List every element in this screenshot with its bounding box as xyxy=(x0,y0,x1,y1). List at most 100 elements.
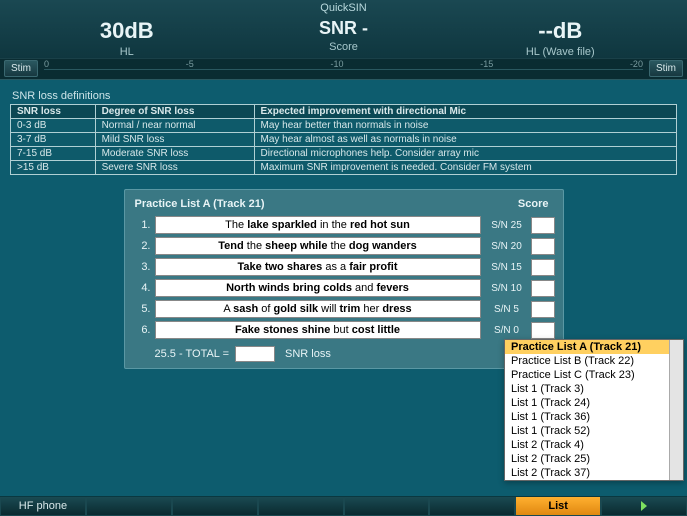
total-row: 25.5 - TOTAL = SNR loss To xyxy=(133,342,555,362)
sentence-text[interactable]: The lake sparkled in the red hot sun xyxy=(155,216,481,234)
score-input[interactable] xyxy=(531,280,555,297)
hl-left-value: 30dB xyxy=(20,18,234,44)
dropdown-item[interactable]: List 1 (Track 36) xyxy=(505,410,683,424)
row-number: 3. xyxy=(133,261,151,273)
snr-definitions-table: SNR lossDegree of SNR lossExpected impro… xyxy=(10,104,677,175)
sn-ratio-label: S/N 15 xyxy=(487,262,527,273)
sentence-text[interactable]: Tend the sheep while the dog wanders xyxy=(155,237,481,255)
main-content: SNR loss definitions SNR lossDegree of S… xyxy=(0,80,687,369)
score-label: Score xyxy=(237,41,451,53)
table-cell: Moderate SNR loss xyxy=(95,147,254,161)
score-input[interactable] xyxy=(531,301,555,318)
bottom-button-list[interactable]: List xyxy=(515,497,601,516)
sentence-row: 3. Take two shares as a fair profit S/N 15 xyxy=(133,258,555,276)
hl-right-readout: --dB HL (Wave file) xyxy=(454,18,668,58)
table-cell: May hear better than normals in noise xyxy=(254,119,676,133)
hl-right-label: HL (Wave file) xyxy=(454,46,668,58)
sentence-text[interactable]: North winds bring colds and fevers xyxy=(155,279,481,297)
total-suffix: SNR loss xyxy=(285,348,331,360)
table-cell: May hear almost as well as normals in no… xyxy=(254,133,676,147)
table-row: 0-3 dBNormal / near normalMay hear bette… xyxy=(11,119,677,133)
scale-tick: -10 xyxy=(330,59,343,69)
dropdown-scrollbar[interactable] xyxy=(669,340,683,480)
total-prefix: 25.5 - TOTAL = xyxy=(155,348,230,360)
dropdown-item[interactable]: List 1 (Track 52) xyxy=(505,424,683,438)
bottom-button-empty[interactable] xyxy=(258,497,344,516)
dropdown-item[interactable]: Practice List A (Track 21) xyxy=(505,340,683,354)
row-number: 1. xyxy=(133,219,151,231)
hl-left-readout: 30dB HL xyxy=(20,18,234,58)
sentence-panel: Practice List A (Track 21) Score 1. The l… xyxy=(124,189,564,369)
dropdown-item[interactable]: List 1 (Track 24) xyxy=(505,396,683,410)
table-cell: Normal / near normal xyxy=(95,119,254,133)
score-column-label: Score xyxy=(518,198,549,210)
table-cell: 7-15 dB xyxy=(11,147,96,161)
table-cell: Maximum SNR improvement is needed. Consi… xyxy=(254,161,676,175)
bottom-button-empty[interactable] xyxy=(344,497,430,516)
table-row: 3-7 dBMild SNR lossMay hear almost as we… xyxy=(11,133,677,147)
sn-ratio-label: S/N 0 xyxy=(487,325,527,336)
score-input[interactable] xyxy=(531,259,555,276)
hl-right-value: --dB xyxy=(454,18,668,44)
row-number: 6. xyxy=(133,324,151,336)
attenuation-scale: 0 -5 -10 -15 -20 xyxy=(44,59,643,77)
scale-tick: -15 xyxy=(480,59,493,69)
sentence-text[interactable]: Fake stones shine but cost little xyxy=(155,321,481,339)
table-row: >15 dBSevere SNR lossMaximum SNR improve… xyxy=(11,161,677,175)
table-header: SNR loss xyxy=(11,105,96,119)
total-input[interactable] xyxy=(235,346,275,362)
dropdown-item[interactable]: List 2 (Track 4) xyxy=(505,438,683,452)
sn-ratio-label: S/N 20 xyxy=(487,241,527,252)
table-cell: Directional microphones help. Consider a… xyxy=(254,147,676,161)
hl-left-label: HL xyxy=(20,46,234,58)
row-number: 2. xyxy=(133,240,151,252)
score-input[interactable] xyxy=(531,322,555,339)
track-dropdown-list[interactable]: Practice List A (Track 21)Practice List … xyxy=(504,339,684,481)
play-arrow-icon xyxy=(641,501,647,511)
stim-left-button[interactable]: Stim xyxy=(4,60,38,77)
sentence-panel-title: Practice List A (Track 21) xyxy=(135,198,265,210)
table-cell: 0-3 dB xyxy=(11,119,96,133)
scale-tick: 0 xyxy=(44,59,49,69)
table-cell: >15 dB xyxy=(11,161,96,175)
sentence-text[interactable]: A sash of gold silk will trim her dress xyxy=(155,300,481,318)
sn-ratio-label: S/N 25 xyxy=(487,220,527,231)
table-header: Degree of SNR loss xyxy=(95,105,254,119)
table-cell: Severe SNR loss xyxy=(95,161,254,175)
scale-tick: -20 xyxy=(630,59,643,69)
sn-ratio-label: S/N 10 xyxy=(487,283,527,294)
sentence-row: 1. The lake sparkled in the red hot sun S/… xyxy=(133,216,555,234)
sentence-row: 6. Fake stones shine but cost little S/N 0 xyxy=(133,321,555,339)
snr-center-readout: SNR - Score xyxy=(237,18,451,58)
score-input[interactable] xyxy=(531,217,555,234)
bottom-toolbar: HF phone List xyxy=(0,496,687,516)
dropdown-item[interactable]: Practice List C (Track 23) xyxy=(505,368,683,382)
header-readouts: 30dB HL SNR - Score --dB HL (Wave file) xyxy=(0,16,687,58)
dropdown-item[interactable]: List 2 (Track 37) xyxy=(505,466,683,480)
dropdown-item[interactable]: List 1 (Track 3) xyxy=(505,382,683,396)
stim-right-button[interactable]: Stim xyxy=(649,60,683,77)
sentence-row: 2. Tend the sheep while the dog wanders S/… xyxy=(133,237,555,255)
dropdown-item[interactable]: Practice List B (Track 22) xyxy=(505,354,683,368)
table-cell: 3-7 dB xyxy=(11,133,96,147)
bottom-button-empty[interactable] xyxy=(429,497,515,516)
row-number: 4. xyxy=(133,282,151,294)
row-number: 5. xyxy=(133,303,151,315)
sn-ratio-label: S/N 5 xyxy=(487,304,527,315)
table-header: Expected improvement with directional Mi… xyxy=(254,105,676,119)
dropdown-item[interactable]: List 2 (Track 25) xyxy=(505,452,683,466)
snr-value: SNR - xyxy=(237,18,451,39)
bottom-button-empty[interactable] xyxy=(86,497,172,516)
table-cell: Mild SNR loss xyxy=(95,133,254,147)
app-title: QuickSIN xyxy=(0,2,687,16)
scale-tick: -5 xyxy=(186,59,194,69)
bottom-button-empty[interactable] xyxy=(601,497,687,516)
snr-definitions-title: SNR loss definitions xyxy=(12,90,677,102)
bottom-button-empty[interactable] xyxy=(172,497,258,516)
table-row: 7-15 dBModerate SNR lossDirectional micr… xyxy=(11,147,677,161)
sentence-text[interactable]: Take two shares as a fair profit xyxy=(155,258,481,276)
sentence-row: 5. A sash of gold silk will trim her dres… xyxy=(133,300,555,318)
score-input[interactable] xyxy=(531,238,555,255)
top-bar: QuickSIN 30dB HL SNR - Score --dB HL (Wa… xyxy=(0,0,687,80)
bottom-button-hf-phone[interactable]: HF phone xyxy=(0,497,86,516)
